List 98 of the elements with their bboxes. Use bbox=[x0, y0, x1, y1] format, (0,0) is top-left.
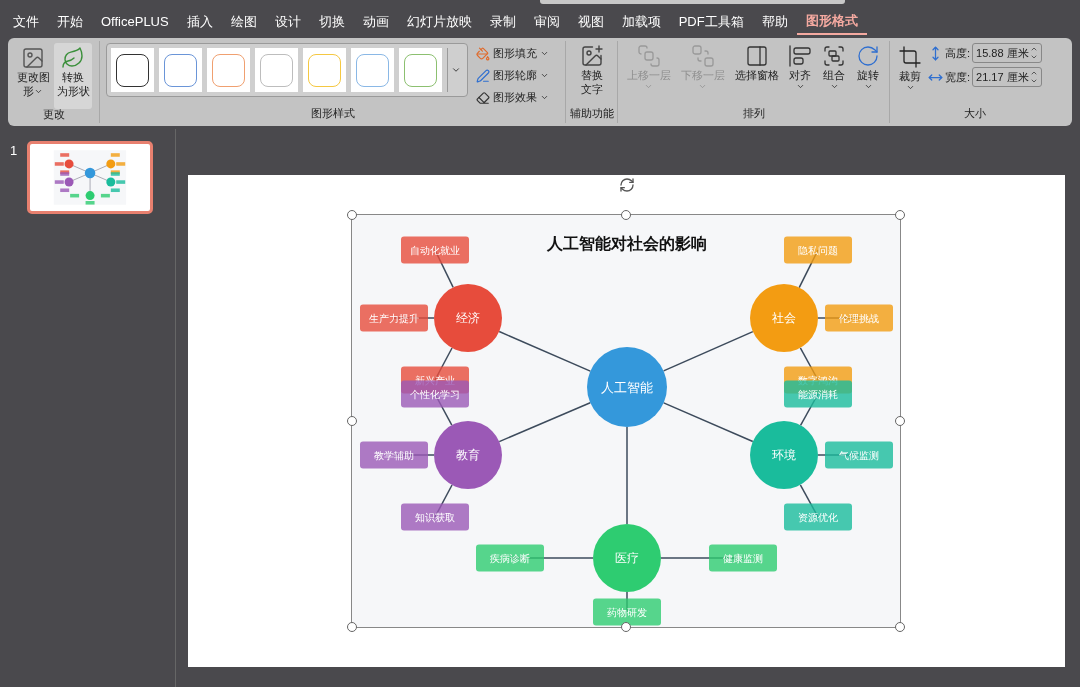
style-swatch[interactable] bbox=[351, 48, 394, 92]
bring-forward-icon bbox=[636, 44, 661, 68]
subtopic-box: 知识获取 bbox=[401, 503, 469, 531]
send-backward-icon bbox=[690, 44, 715, 68]
picture-icon bbox=[579, 44, 604, 68]
menu-tab[interactable]: 帮助 bbox=[752, 9, 797, 35]
menu-tab[interactable]: 文件 bbox=[4, 9, 48, 35]
slide-number: 1 bbox=[10, 142, 18, 160]
menu-tab[interactable]: 开始 bbox=[48, 9, 92, 35]
diagram-title: 人工智能对社会的影响 bbox=[547, 235, 707, 252]
selection-handle[interactable] bbox=[347, 622, 357, 632]
subtopic-box: 教学辅助 bbox=[360, 441, 428, 469]
menu-tab[interactable]: 设计 bbox=[265, 9, 310, 35]
subtopic-box: 健康监测 bbox=[709, 544, 777, 572]
menu-tab[interactable]: OfficePLUS bbox=[92, 9, 178, 35]
menu-tab[interactable]: 图形格式 bbox=[796, 9, 867, 35]
selection-handle[interactable] bbox=[895, 622, 905, 632]
style-swatch[interactable] bbox=[111, 48, 154, 92]
leaf-icon bbox=[61, 46, 85, 70]
align-icon bbox=[788, 44, 813, 68]
rotate-icon bbox=[856, 44, 881, 68]
rotate-handle-icon bbox=[619, 177, 635, 193]
chevron-down-icon bbox=[1030, 77, 1039, 85]
group-icon bbox=[822, 44, 847, 68]
menu-tab[interactable]: 切换 bbox=[309, 9, 354, 35]
selection-handle[interactable] bbox=[621, 210, 631, 220]
subtopic-box: 资源优化 bbox=[784, 503, 852, 531]
chevron-down-icon bbox=[795, 82, 805, 91]
subtopic-box: 自动化就业 bbox=[401, 236, 469, 264]
chevron-down-icon bbox=[540, 71, 549, 80]
size-label: 宽度: bbox=[945, 69, 971, 85]
menu-tab[interactable]: 加载项 bbox=[612, 9, 670, 35]
eraser-icon bbox=[476, 90, 490, 105]
size-field[interactable]: 21.17 厘米 bbox=[972, 67, 1043, 87]
paint-bucket-icon bbox=[476, 46, 490, 61]
menu-tab[interactable]: 审阅 bbox=[524, 9, 569, 35]
subtopic-box: 隐私问题 bbox=[784, 236, 852, 264]
chevron-down-icon bbox=[644, 82, 654, 91]
style-swatch[interactable] bbox=[255, 48, 298, 92]
expand-icon bbox=[450, 65, 461, 75]
center-topic-node: 人工智能 bbox=[587, 347, 667, 427]
group-label: 大小 bbox=[963, 108, 987, 121]
menu-tab[interactable]: 绘图 bbox=[221, 9, 266, 35]
chevron-up-icon bbox=[1030, 69, 1039, 77]
alt-text-button[interactable]: 替换 文字 bbox=[566, 41, 617, 96]
style-swatch[interactable] bbox=[159, 48, 202, 92]
menu-tab[interactable]: 录制 bbox=[480, 9, 525, 35]
subtopic-box: 伦理挑战 bbox=[825, 304, 893, 332]
panel-icon bbox=[744, 44, 769, 68]
chevron-up-icon bbox=[1030, 45, 1039, 53]
change-shape-button[interactable]: 更改图 形 bbox=[14, 43, 52, 109]
pen-icon bbox=[476, 68, 490, 83]
arrange-button[interactable]: 对齐 bbox=[788, 44, 813, 91]
menu-tab[interactable]: 幻灯片放映 bbox=[397, 9, 481, 35]
selection-handle[interactable] bbox=[895, 416, 905, 426]
subtopic-box: 生产力提升 bbox=[360, 304, 428, 332]
crop-icon bbox=[898, 45, 922, 69]
style-swatch[interactable] bbox=[303, 48, 346, 92]
subtopic-box: 气候监测 bbox=[825, 441, 893, 469]
subtopic-box: 疾病诊断 bbox=[476, 544, 544, 572]
arrange-button[interactable]: 组合 bbox=[822, 44, 847, 91]
menu-tab[interactable]: 动画 bbox=[353, 9, 398, 35]
branch-topic-node: 经济 bbox=[434, 284, 502, 352]
shape-format-command[interactable]: 图形效果 bbox=[476, 88, 549, 107]
arrange-button[interactable]: 选择窗格 bbox=[734, 44, 779, 91]
selection-handle[interactable] bbox=[347, 416, 357, 426]
chevron-down-icon bbox=[540, 93, 549, 102]
group-label: 排列 bbox=[741, 108, 766, 121]
branch-topic-node: 医疗 bbox=[593, 524, 661, 592]
group-label: 辅助功能 bbox=[568, 108, 615, 121]
branch-topic-node: 环境 bbox=[750, 421, 818, 489]
branch-topic-node: 社会 bbox=[750, 284, 818, 352]
menu-tab[interactable]: PDF工具箱 bbox=[669, 9, 753, 35]
chevron-down-icon bbox=[905, 83, 915, 92]
selection-handle[interactable] bbox=[621, 622, 631, 632]
chevron-down-icon bbox=[698, 82, 708, 91]
selection-handle[interactable] bbox=[347, 210, 357, 220]
selection-handle[interactable] bbox=[895, 210, 905, 220]
size-label: 高度: bbox=[945, 45, 971, 61]
chevron-down-icon bbox=[829, 82, 839, 91]
change-shape-button[interactable]: 转换 为形状 bbox=[54, 43, 92, 109]
style-swatch[interactable] bbox=[207, 48, 250, 92]
arrange-button[interactable]: 旋转 bbox=[856, 44, 881, 91]
menu-tab[interactable]: 视图 bbox=[568, 9, 613, 35]
chevron-down-icon bbox=[863, 82, 873, 91]
chevron-down-icon bbox=[540, 49, 549, 58]
group-label: 图形样式 bbox=[309, 108, 356, 121]
chevron-down-icon bbox=[1030, 53, 1039, 61]
shape-format-command[interactable]: 图形填充 bbox=[476, 44, 549, 63]
shape-format-command[interactable]: 图形轮廓 bbox=[476, 66, 549, 85]
size-field[interactable]: 15.88 厘米 bbox=[972, 43, 1043, 63]
menu-tab[interactable]: 插入 bbox=[177, 9, 222, 35]
subtopic-box: 药物研发 bbox=[593, 598, 661, 626]
picture-icon bbox=[21, 46, 45, 70]
branch-topic-node: 教育 bbox=[434, 421, 502, 489]
style-swatch[interactable] bbox=[399, 48, 442, 92]
crop-button[interactable]: 裁剪 bbox=[898, 43, 922, 92]
group-label: 更改 bbox=[41, 109, 66, 122]
